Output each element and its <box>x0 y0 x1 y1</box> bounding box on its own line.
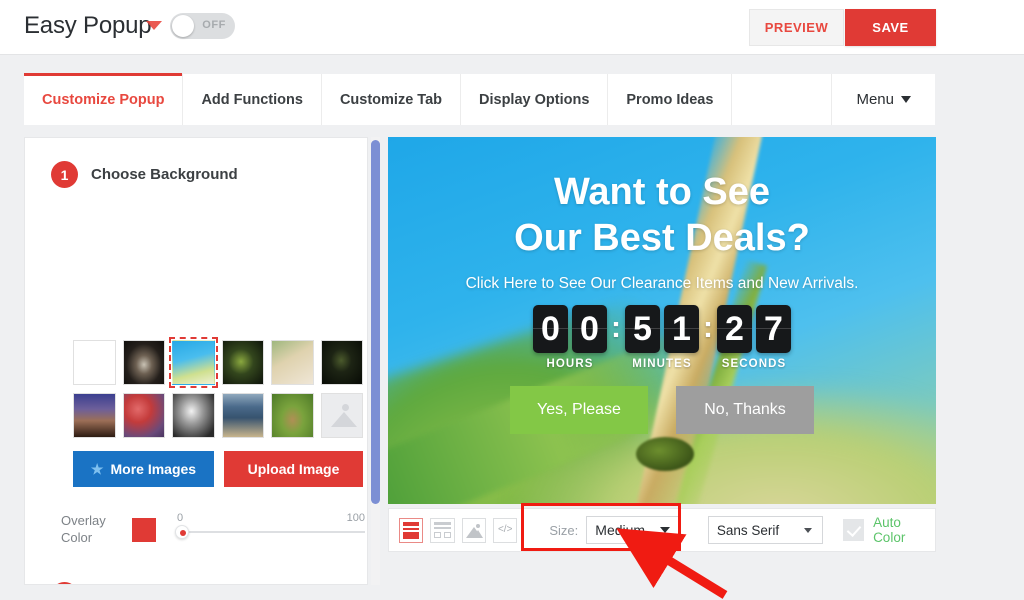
yes-please-button[interactable]: Yes, Please <box>510 386 648 434</box>
background-thumbnail-row-2 <box>73 393 363 438</box>
countdown-seconds-digits: 2 7 <box>717 305 791 353</box>
countdown-digit: 1 <box>664 305 699 353</box>
form-layout-icon[interactable] <box>430 517 455 543</box>
image-placeholder-icon <box>321 394 362 437</box>
slider-max-label: 100 <box>346 512 365 524</box>
image-layout-icon[interactable] <box>461 517 487 543</box>
auto-color-checkbox[interactable] <box>842 519 865 541</box>
icon-bar <box>434 521 451 525</box>
star-icon: ★ <box>90 460 104 477</box>
popup-action-buttons: Yes, Please No, Thanks <box>388 386 936 434</box>
toggle-knob <box>172 15 194 37</box>
background-thumbnail-row-1 <box>73 337 363 388</box>
countdown-timer: 0 0 HOURS : 5 1 MINUTES : 2 7 SECONDS <box>388 305 936 370</box>
auto-color-label[interactable]: Auto Color <box>873 515 935 545</box>
popup-headline[interactable]: Want to See Our Best Deals? <box>388 169 936 261</box>
menu-button[interactable]: Menu <box>832 74 935 125</box>
icon-bar <box>411 531 420 539</box>
background-thumb-blonde-woman[interactable] <box>271 340 314 385</box>
no-thanks-button[interactable]: No, Thanks <box>676 386 814 434</box>
countdown-hours-digits: 0 0 <box>533 305 607 353</box>
countdown-digit: 5 <box>625 305 660 353</box>
popup-background-art <box>636 437 694 471</box>
popup-headline-line2: Our Best Deals? <box>514 217 810 259</box>
popup-canvas: Want to See Our Best Deals? Click Here t… <box>388 137 936 504</box>
background-thumb-monk-archway[interactable] <box>122 340 165 385</box>
tab-customize-tab[interactable]: Customize Tab <box>322 74 461 125</box>
overlay-color-label: Overlay Color <box>61 513 106 545</box>
background-thumb-lighthouse-dusk[interactable] <box>73 393 116 438</box>
slider-thumb[interactable] <box>175 525 189 539</box>
step-title: Choose Background <box>91 166 238 183</box>
size-select[interactable]: Medium <box>586 516 680 544</box>
countdown-digit: 0 <box>533 305 568 353</box>
background-thumb-dragonfly-dark[interactable] <box>221 340 264 385</box>
countdown-digit: 2 <box>717 305 752 353</box>
countdown-seconds: 2 7 SECONDS <box>717 305 791 370</box>
slider-min-label: 0 <box>177 512 184 524</box>
page-title: Easy Popup <box>24 12 152 39</box>
countdown-digit: 0 <box>572 305 607 353</box>
countdown-separator: : <box>611 311 621 344</box>
size-label: Size: <box>549 522 579 538</box>
sidebar-scrollbar-thumb[interactable] <box>371 140 380 504</box>
step-choose-background: 1 Choose Background <box>51 161 238 188</box>
icon-bar <box>403 521 420 526</box>
tab-bar: Customize Popup Add Functions Customize … <box>24 73 935 125</box>
top-bar: Easy Popup OFF PREVIEW SAVE <box>0 0 1024 55</box>
countdown-digit: 7 <box>756 305 791 353</box>
countdown-seconds-label: SECONDS <box>721 358 787 370</box>
step-number-badge: 1 <box>51 161 78 188</box>
background-thumb-groundhog-grass[interactable] <box>271 393 314 438</box>
background-thumb-bw-doorway[interactable] <box>172 393 215 438</box>
tab-add-functions[interactable]: Add Functions <box>183 74 322 125</box>
text-layout-icon[interactable] <box>399 517 424 543</box>
icon-bar <box>403 531 411 539</box>
overlay-color-swatch[interactable] <box>132 518 156 542</box>
countdown-separator: : <box>703 311 713 344</box>
popup-subtext[interactable]: Click Here to See Our Clearance Items an… <box>388 275 936 293</box>
background-thumb-blank[interactable] <box>73 340 116 385</box>
chevron-down-icon[interactable] <box>146 21 162 30</box>
tab-display-options[interactable]: Display Options <box>461 74 609 125</box>
countdown-minutes-digits: 5 1 <box>625 305 699 353</box>
countdown-minutes-label: MINUTES <box>632 358 692 370</box>
sun-icon <box>476 523 481 528</box>
countdown-hours: 0 0 HOURS <box>533 305 607 370</box>
more-images-label: More Images <box>110 461 197 477</box>
more-images-button[interactable]: ★ More Images <box>73 451 214 487</box>
customize-sidebar: 1 Choose Background ★ More Images Upload… <box>24 137 368 585</box>
countdown-hours-label: HOURS <box>546 358 594 370</box>
popup-editor-toolbar: </> Size: Medium Sans Serif Auto Color <box>388 508 936 552</box>
chevron-down-icon <box>901 96 911 103</box>
icon-box <box>434 531 442 538</box>
background-thumb-person-bench[interactable] <box>221 393 264 438</box>
mountain-icon <box>473 529 484 538</box>
upload-image-button[interactable]: Upload Image <box>224 451 363 487</box>
save-button[interactable]: SAVE <box>845 9 936 46</box>
countdown-minutes: 5 1 MINUTES <box>625 305 699 370</box>
icon-box <box>443 531 451 538</box>
tab-customize-popup[interactable]: Customize Popup <box>24 73 184 125</box>
icon-bar <box>434 526 451 529</box>
toggle-state-label: OFF <box>202 19 226 31</box>
preview-button[interactable]: PREVIEW <box>749 9 844 46</box>
popup-preview-area: Want to See Our Best Deals? Click Here t… <box>388 137 936 585</box>
popup-headline-line1: Want to See <box>553 171 771 213</box>
background-thumb-berries[interactable] <box>122 393 165 438</box>
code-glyph: </> <box>497 523 513 535</box>
background-thumb-placeholder[interactable] <box>320 393 363 438</box>
icon-bar <box>403 527 420 530</box>
background-thumb-dragonfly-wheat[interactable] <box>169 337 218 388</box>
tab-spacer <box>732 74 833 125</box>
menu-label: Menu <box>856 91 894 108</box>
popup-enable-toggle[interactable]: OFF <box>170 13 235 39</box>
font-select[interactable]: Sans Serif <box>707 516 823 544</box>
slider-track <box>181 531 365 533</box>
html-layout-icon[interactable]: </> <box>493 517 518 543</box>
background-thumb-black-cat[interactable] <box>320 340 363 385</box>
tab-promo-ideas[interactable]: Promo Ideas <box>608 74 733 125</box>
